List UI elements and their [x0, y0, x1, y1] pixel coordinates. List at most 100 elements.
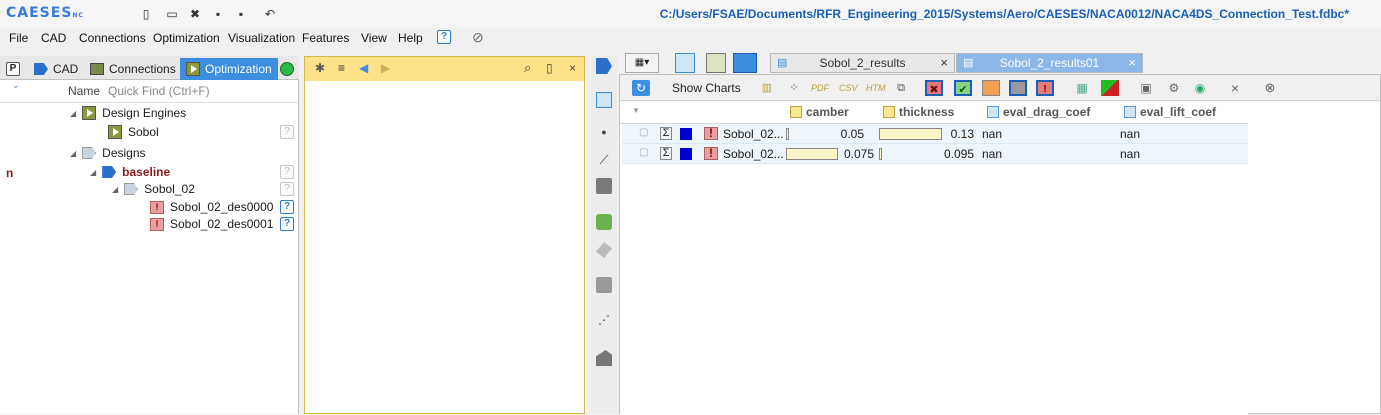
help-hint-icon[interactable]: ?	[280, 165, 294, 179]
filter-invalid-icon[interactable]: ✖	[925, 80, 943, 96]
tab-sobol-2-results01[interactable]: ▤ Sobol_2_results01 ×	[956, 53, 1143, 73]
collapse-icon[interactable]: ◢	[112, 185, 118, 194]
menu-features[interactable]: Features	[302, 31, 349, 45]
pdf-export-icon[interactable]: PDF	[811, 80, 829, 96]
tab-optimization[interactable]: Optimization	[180, 58, 278, 80]
undo-icon[interactable]: ↶	[262, 6, 278, 22]
grid-color-icon[interactable]: ▦	[1073, 80, 1091, 96]
tree-item-design-engines[interactable]: ◢ Design Engines	[70, 104, 298, 122]
save-as-icon[interactable]: ▪	[233, 6, 249, 22]
tab-connections[interactable]: Connections	[84, 58, 182, 80]
column-thickness[interactable]: thickness	[883, 102, 954, 122]
help-hint-icon[interactable]: ?	[280, 125, 294, 139]
tab-close-icon[interactable]: ×	[1128, 55, 1136, 70]
list-icon[interactable]: ≡	[338, 61, 345, 75]
cad-view-icon[interactable]	[596, 58, 612, 74]
plane-icon[interactable]	[596, 242, 612, 258]
checkbox-icon[interactable]: ▢	[639, 127, 648, 138]
filter-warning-icon[interactable]: !	[1036, 80, 1054, 96]
tree-item-des0000[interactable]: ! Sobol_02_des0000 ?	[150, 198, 298, 216]
collapse-icon[interactable]: ◢	[70, 149, 76, 158]
htm-export-icon[interactable]: HTM	[866, 80, 886, 96]
filter-pending-icon[interactable]	[982, 80, 1000, 96]
collapse-icon[interactable]: ◢	[90, 168, 96, 177]
show-charts-button[interactable]: Show Charts	[672, 81, 741, 95]
csv-export-icon[interactable]: CSV	[839, 80, 858, 96]
stop-icon[interactable]: ⊘	[472, 29, 484, 46]
chart-icon[interactable]: ▥	[758, 80, 776, 96]
float-icon[interactable]: ▯	[546, 61, 553, 75]
back-icon[interactable]: ◀	[359, 61, 368, 75]
sum-icon[interactable]: Σ	[660, 147, 672, 160]
surface-icon[interactable]	[596, 178, 612, 194]
optimization-tab-icon[interactable]	[733, 53, 757, 73]
tree-item-baseline[interactable]: ◢ baseline ?	[90, 163, 298, 181]
column-camber[interactable]: camber	[790, 102, 849, 122]
color-map-icon[interactable]	[1101, 80, 1119, 96]
copy-icon[interactable]: ⧉	[892, 80, 910, 96]
select-icon[interactable]	[596, 92, 612, 108]
feature-icon[interactable]	[596, 214, 612, 230]
close-project-icon[interactable]: ✖	[187, 6, 203, 22]
tree-item-sobol[interactable]: Sobol ?	[108, 123, 298, 141]
menu-view[interactable]: View	[361, 31, 387, 45]
quick-find-input[interactable]: Quick Find (Ctrl+F)	[108, 84, 210, 98]
connector-icon[interactable]	[596, 277, 612, 293]
curve-icon[interactable]: ⟋	[596, 152, 612, 168]
search-icon[interactable]: ⌕	[524, 60, 531, 76]
close-icon[interactable]: ×	[569, 61, 576, 75]
layout-icon[interactable]: ▯	[138, 6, 154, 22]
table-row[interactable]: ▢ Σ ! Sobol_02... 0.05 0.13 nan nan	[622, 124, 1248, 144]
point-icon[interactable]: ●	[596, 127, 612, 143]
tab-cad[interactable]: CAD	[28, 58, 84, 80]
help-icon[interactable]: ?	[437, 30, 451, 44]
tree-item-designs[interactable]: ◢ Designs	[70, 144, 298, 162]
tab-sobol-2-results[interactable]: ▤ Sobol_2_results ×	[770, 53, 955, 73]
divider	[0, 102, 298, 103]
cancel-icon[interactable]: ⊗	[1261, 80, 1279, 96]
help-hint-icon[interactable]: ?	[280, 217, 294, 231]
menu-optimization[interactable]: Optimization	[153, 31, 220, 45]
tab-cad-label: CAD	[53, 62, 79, 76]
settings-display-icon[interactable]: ⚙	[1165, 80, 1183, 96]
menu-help[interactable]: Help	[398, 31, 423, 45]
layout-dropdown[interactable]: ▦▾	[625, 53, 659, 73]
satellite-icon[interactable]: ✱	[315, 61, 325, 75]
color-swatch[interactable]	[680, 128, 692, 140]
tree-item-des0001[interactable]: ! Sobol_02_des0001 ?	[150, 215, 298, 233]
update-icon[interactable]: ↻	[632, 80, 650, 96]
help-hint-icon[interactable]: ?	[280, 182, 294, 196]
solid-icon[interactable]	[596, 350, 612, 366]
delete-icon[interactable]: ×	[1226, 80, 1244, 96]
dots-icon[interactable]: ⋰	[596, 313, 612, 329]
table-row[interactable]: ▢ Σ ! Sobol_02... 0.075 0.095 nan nan	[622, 144, 1248, 164]
menu-cad[interactable]: CAD	[41, 31, 66, 45]
column-eval-drag-coef[interactable]: eval_drag_coef	[987, 102, 1090, 122]
menu-file[interactable]: File	[9, 31, 28, 45]
scatter-icon[interactable]: ⁘	[785, 80, 803, 96]
cad-tab-icon[interactable]	[675, 53, 695, 73]
tree-item-sobol-02[interactable]: ◢ Sobol_02 ?	[112, 180, 298, 198]
open-folder-icon[interactable]: ▭	[164, 6, 180, 22]
column-eval-lift-coef[interactable]: eval_lift_coef	[1124, 102, 1216, 122]
table-empty-area	[620, 165, 1248, 415]
help-hint-icon[interactable]: ?	[280, 200, 294, 214]
display-icon[interactable]: ▣	[1137, 80, 1155, 96]
refresh-icon[interactable]	[280, 62, 294, 76]
sum-icon[interactable]: Σ	[660, 127, 672, 140]
filter-valid-icon[interactable]: ✔	[954, 80, 972, 96]
tab-close-icon[interactable]: ×	[940, 55, 948, 70]
sort-arrow-icon[interactable]: ▼	[632, 106, 640, 115]
save-icon[interactable]: ▪	[210, 6, 226, 22]
tab-p[interactable]: P	[2, 58, 24, 80]
collapse-icon[interactable]: ◢	[70, 109, 76, 118]
camera-icon[interactable]: ◉	[1191, 80, 1209, 96]
checkbox-icon[interactable]: ▢	[639, 147, 648, 158]
table-icon: ▤	[963, 57, 974, 69]
filter-design-icon[interactable]	[1009, 80, 1027, 96]
connections-tab-icon[interactable]	[706, 53, 726, 73]
menu-connections[interactable]: Connections	[79, 31, 146, 45]
forward-icon[interactable]: ▶	[381, 61, 390, 75]
color-swatch[interactable]	[680, 148, 692, 160]
menu-visualization[interactable]: Visualization	[228, 31, 295, 45]
